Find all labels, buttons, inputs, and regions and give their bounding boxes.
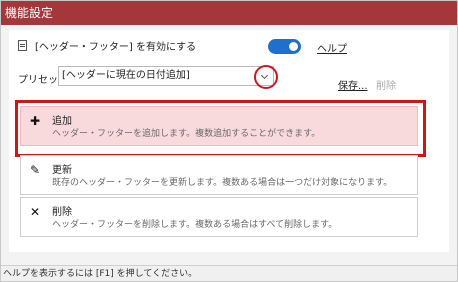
option-desc: 既存のヘッダー・フッターを更新します。複数ある場合は一つだけ対象になります。 — [52, 178, 393, 188]
preset-selected-value: [ヘッダーに現在の日付追加] — [62, 70, 190, 81]
save-button[interactable]: 保存... — [338, 77, 368, 92]
enable-label: [ヘッダー・フッター] を有効にする — [35, 41, 197, 53]
document-icon — [18, 39, 27, 51]
x-icon: ✕ — [29, 205, 41, 219]
annotation-highlight — [15, 100, 426, 157]
option-title: 更新 — [52, 165, 72, 176]
delete-button[interactable]: 削除 — [376, 77, 396, 92]
enable-row: [ヘッダー・フッター] を有効にする — [18, 37, 196, 53]
option-delete[interactable]: ✕ 削除 ヘッダー・フッターを削除します。複数ある場合はすべて削除します。 — [20, 197, 418, 237]
preset-select[interactable]: [ヘッダーに現在の日付追加] — [58, 66, 274, 86]
option-title: 削除 — [52, 207, 72, 218]
window-title: 機能設定 — [1, 1, 457, 25]
pen-icon: ✎ — [29, 163, 41, 177]
status-bar: ヘルプを表示するには [F1] を押してください。 — [1, 265, 457, 281]
enable-toggle[interactable] — [268, 39, 301, 54]
option-update[interactable]: ✎ 更新 既存のヘッダー・フッターを更新します。複数ある場合は一つだけ対象になり… — [20, 155, 418, 195]
annotation-circle — [254, 65, 278, 89]
help-link[interactable]: ヘルプ — [317, 40, 347, 55]
toggle-knob — [289, 42, 298, 51]
option-desc: ヘッダー・フッターを削除します。複数ある場合はすべて削除します。 — [52, 220, 338, 230]
